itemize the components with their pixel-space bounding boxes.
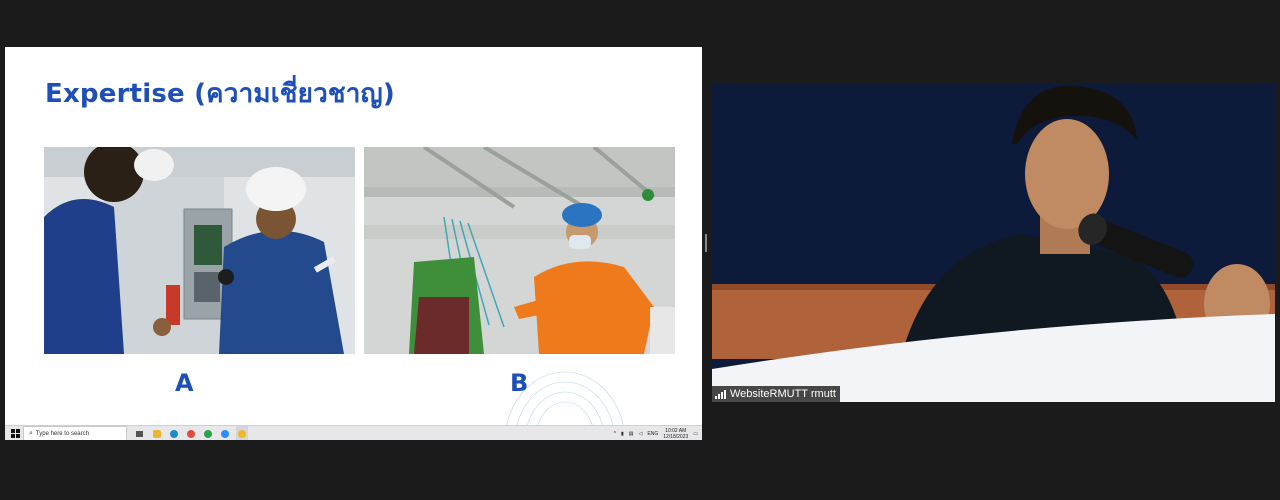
chevron-up-icon[interactable]: ^ [614, 431, 616, 437]
edge-icon[interactable] [168, 426, 180, 440]
file-explorer-icon[interactable] [151, 426, 163, 440]
network-icon[interactable]: ▤ [629, 431, 634, 437]
photo-wiring-workers [364, 147, 675, 354]
chrome-icon[interactable] [236, 426, 248, 440]
chrome-icon[interactable] [202, 426, 214, 440]
zoom-icon[interactable] [219, 426, 231, 440]
photo-electricians [44, 147, 355, 354]
caption-a: A [175, 369, 194, 397]
caption-b: B [510, 369, 529, 397]
task-view-icon[interactable] [133, 426, 145, 440]
participant-name-tag: WebsiteRMUTT rmutt [712, 386, 840, 402]
windows-start-icon[interactable] [7, 426, 23, 440]
notification-icon[interactable]: ▭ [693, 431, 698, 437]
speaker-icon[interactable]: ◁ [639, 431, 643, 437]
search-icon: ⌕ [29, 429, 33, 437]
taskbar-search-input[interactable]: ⌕ Type here to search [23, 426, 127, 440]
windows-taskbar: ⌕ Type here to search ^ ▮ ▤ ◁ ENG 10:02 … [5, 425, 702, 440]
system-tray: ^ ▮ ▤ ◁ ENG 10:02 AM 12/18/2023 ▭ [614, 426, 698, 440]
slide-title: Expertise (ความเชี่ยวชาญ) [45, 79, 395, 109]
chrome-icon[interactable] [185, 426, 197, 440]
participant-name: WebsiteRMUTT rmutt [730, 388, 836, 400]
shared-screen: Expertise (ความเชี่ยวชาญ) A B ⌕ Type her… [5, 47, 702, 440]
taskbar-clock[interactable]: 10:02 AM 12/18/2023 [663, 428, 688, 440]
language-indicator[interactable]: ENG [647, 431, 658, 437]
taskbar-search-placeholder: Type here to search [35, 430, 89, 437]
participant-video: WebsiteRMUTT rmutt [712, 84, 1275, 402]
clock-time: 10:02 AM [665, 427, 687, 434]
signal-bars-icon [715, 389, 726, 399]
clock-date: 12/18/2023 [663, 433, 689, 440]
microphone-icon[interactable]: ▮ [621, 431, 624, 437]
panel-resize-handle[interactable] [705, 234, 707, 252]
